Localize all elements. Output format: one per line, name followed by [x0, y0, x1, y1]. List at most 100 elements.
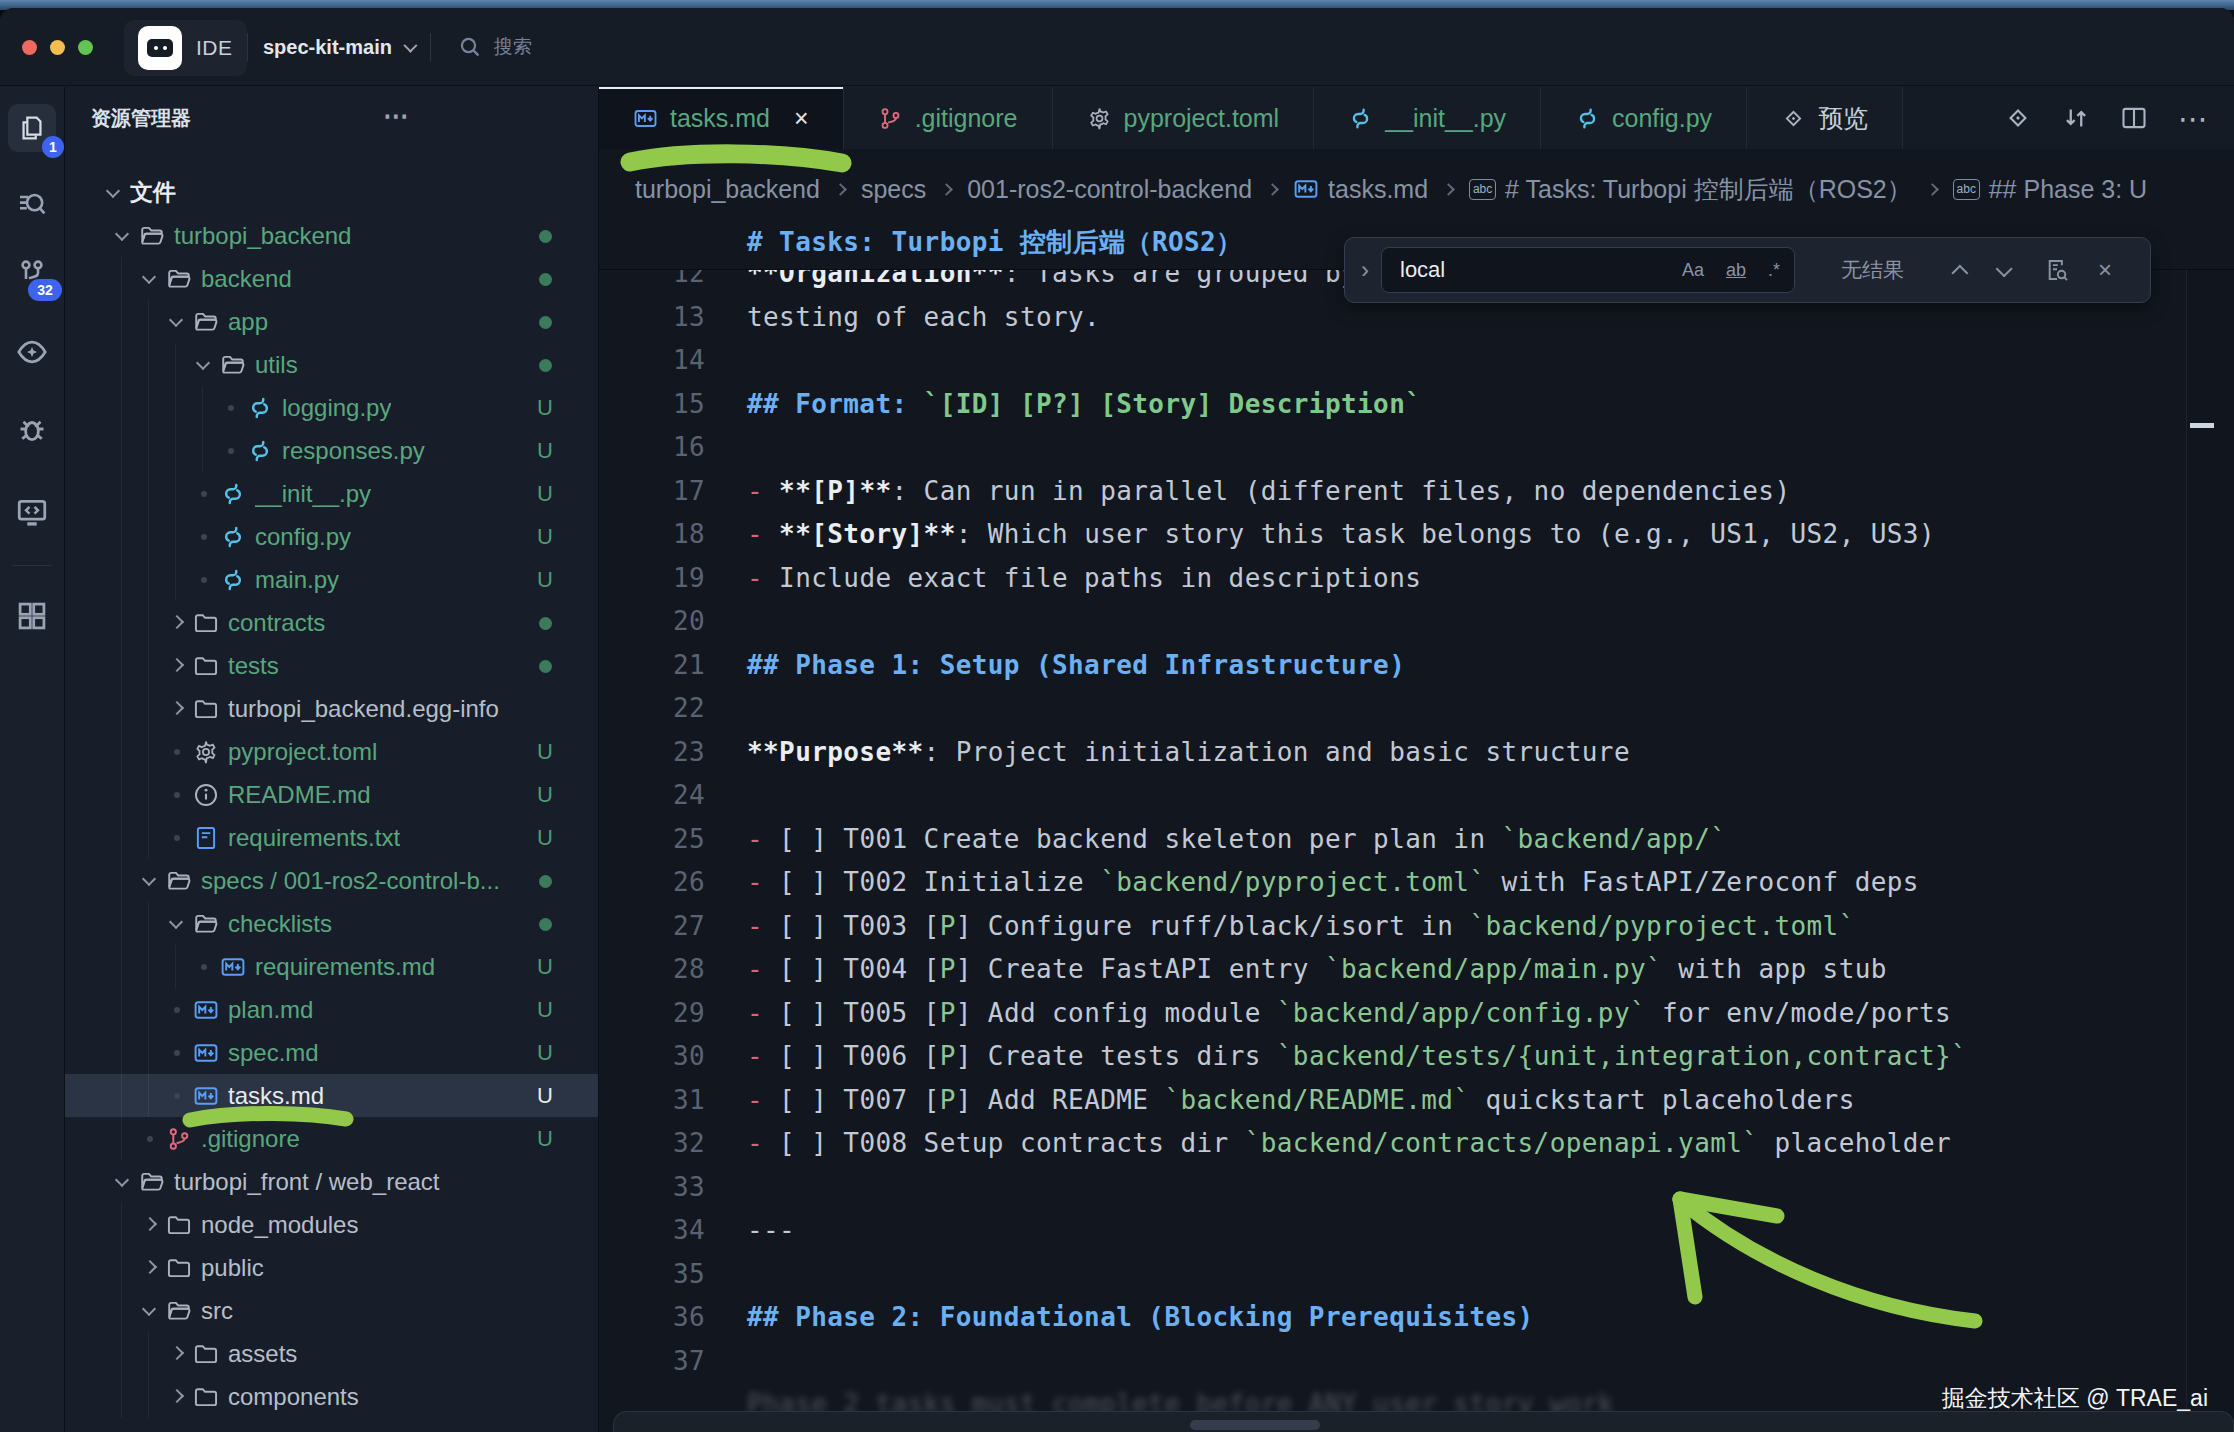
chevron-right-icon — [166, 612, 188, 634]
info-icon — [193, 782, 219, 808]
zoom-window-button[interactable] — [78, 40, 93, 55]
compare-icon[interactable] — [2062, 104, 2090, 132]
sidebar-item-remote[interactable] — [15, 495, 49, 529]
find-prev-button[interactable] — [1956, 259, 1968, 282]
code-line-24: 24 — [599, 773, 2186, 817]
file-dot — [193, 577, 215, 583]
tree-item-turbopi-backend.egg-info[interactable]: turbopi_backend.egg-info — [65, 687, 598, 730]
close-tab-icon[interactable]: × — [794, 104, 809, 133]
tree-item-app[interactable]: app — [65, 300, 598, 343]
more-actions-icon[interactable]: ⋯ — [2178, 101, 2210, 136]
overview-ruler[interactable] — [2186, 215, 2234, 1432]
tree-item-spec.md[interactable]: spec.mdU — [65, 1031, 598, 1074]
breadcrumb-item[interactable]: abc# Tasks: Turbopi 控制后端（ROS2） — [1469, 173, 1912, 206]
regex-icon[interactable]: .* — [1768, 260, 1780, 281]
git-status-dot — [532, 309, 558, 335]
breadcrumb-item[interactable]: tasks.md — [1293, 175, 1428, 204]
minimize-window-button[interactable] — [50, 40, 65, 55]
whole-word-icon[interactable]: ab — [1726, 260, 1746, 281]
sidebar-more-button[interactable]: ⋯ — [383, 101, 411, 132]
tree-item-backend[interactable]: backend — [65, 257, 598, 300]
git-status-untracked: U — [532, 739, 558, 765]
git-status-dot — [532, 868, 558, 894]
file-dot — [166, 1050, 188, 1056]
code-line-36: 36## Phase 2: Foundational (Blocking Pre… — [599, 1295, 2186, 1339]
traffic-lights[interactable] — [22, 40, 93, 55]
tree-item-config.py[interactable]: config.pyU — [65, 515, 598, 558]
code-line-26: 26- [ ] T002 Initialize `backend/pyproje… — [599, 860, 2186, 904]
search-icon — [458, 35, 482, 59]
tree-item--init-.py[interactable]: __init__.pyU — [65, 472, 598, 515]
tree-item-logging.py[interactable]: logging.pyU — [65, 386, 598, 429]
match-case-icon[interactable]: Aa — [1682, 260, 1704, 281]
tab-config.py[interactable]: config.py — [1541, 87, 1747, 149]
ruler-mark — [2190, 423, 2214, 428]
find-next-button[interactable] — [1996, 259, 2008, 282]
tab-.gitignore[interactable]: .gitignore — [844, 87, 1053, 149]
tree-item-utils[interactable]: utils — [65, 343, 598, 386]
tree-item-turbopi-front-web-react[interactable]: turbopi_front / web_react — [65, 1160, 598, 1203]
titlebar: IDE spec-kit-main 搜索 — [0, 8, 2234, 86]
file-dot — [220, 448, 242, 454]
tree-item-README.md[interactable]: README.mdU — [65, 773, 598, 816]
tree-item-.gitignore[interactable]: .gitignoreU — [65, 1117, 598, 1160]
git-status-untracked: U — [532, 567, 558, 593]
chevron-down-icon — [166, 311, 188, 333]
tree-item-checklists[interactable]: checklists — [65, 902, 598, 945]
bug-icon — [15, 412, 49, 446]
tree-item-src[interactable]: src — [65, 1289, 598, 1332]
split-editor-icon[interactable] — [2120, 104, 2148, 132]
find-input[interactable]: local Aa ab .* — [1381, 247, 1795, 293]
tab--[interactable]: 预览 — [1747, 87, 1903, 149]
tree-section-files[interactable]: 文件 — [65, 171, 598, 214]
project-switcher[interactable]: spec-kit-main — [263, 8, 414, 86]
tree-item-components[interactable]: components — [65, 1375, 598, 1418]
tree-item-pyproject.toml[interactable]: pyproject.tomlU — [65, 730, 598, 773]
find-expand-chevron[interactable]: › — [1361, 256, 1369, 284]
chevron-right-icon — [834, 183, 847, 196]
sidebar-item-ai-preview[interactable] — [15, 335, 49, 369]
tree-item-requirements.md[interactable]: requirements.mdU — [65, 945, 598, 988]
bottom-panel-edge[interactable] — [613, 1411, 2234, 1432]
breadcrumb-item[interactable]: 001-ros2-control-backend — [967, 175, 1252, 204]
close-window-button[interactable] — [22, 40, 37, 55]
tab-tasks.md[interactable]: tasks.md× — [599, 87, 844, 149]
find-in-selection-button[interactable] — [2044, 257, 2070, 283]
tree-item-node-modules[interactable]: node_modules — [65, 1203, 598, 1246]
sidebar-item-explorer[interactable]: 1 — [8, 104, 56, 152]
tree-item-contracts[interactable]: contracts — [65, 601, 598, 644]
editor-actions: ⋯ — [1903, 87, 2234, 149]
git-status-untracked: U — [532, 438, 558, 464]
sidebar-item-source-control[interactable]: 32 — [16, 257, 48, 289]
chevron-right-icon — [166, 655, 188, 677]
folder-icon — [193, 309, 219, 335]
tree-item-public[interactable]: public — [65, 1246, 598, 1289]
find-widget: › local Aa ab .* 无结果 — [1344, 237, 2151, 303]
tree-item-turbopi-backend[interactable]: turbopi_backend — [65, 214, 598, 257]
tab-pyproject.toml[interactable]: pyproject.toml — [1053, 87, 1315, 149]
breadcrumb[interactable]: turbopi_backend specs 001-ros2-control-bac… — [599, 149, 2234, 215]
search-panel-icon — [16, 189, 48, 221]
tree-item-plan.md[interactable]: plan.mdU — [65, 988, 598, 1031]
tree-item-main.py[interactable]: main.pyU — [65, 558, 598, 601]
tree-item-responses.py[interactable]: responses.pyU — [65, 429, 598, 472]
tree-item-assets[interactable]: assets — [65, 1332, 598, 1375]
code-line-22: 22 — [599, 686, 2186, 730]
breadcrumb-item[interactable]: abc## Phase 3: U — [1953, 175, 2147, 204]
editor-content[interactable]: 12**Organization**: Tasks are grouped by… — [599, 215, 2234, 1432]
app-logo-group[interactable]: IDE — [124, 20, 247, 76]
tree-item-specs-001-ros2-control-b...[interactable]: specs / 001-ros2-control-b... — [65, 859, 598, 902]
sidebar-item-search[interactable] — [16, 189, 48, 221]
preview-icon[interactable] — [2004, 104, 2032, 132]
tree-item-tests[interactable]: tests — [65, 644, 598, 687]
global-search[interactable]: 搜索 — [458, 8, 532, 86]
panel-handle[interactable] — [1190, 1420, 1320, 1430]
sidebar-item-debug[interactable] — [15, 412, 49, 446]
tree-item-tasks.md[interactable]: tasks.mdU — [65, 1074, 598, 1117]
tab--init-.py[interactable]: __init__.py — [1314, 87, 1541, 149]
breadcrumb-item[interactable]: specs — [861, 175, 926, 204]
breadcrumb-item[interactable]: turbopi_backend — [635, 175, 820, 204]
tree-item-requirements.txt[interactable]: requirements.txtU — [65, 816, 598, 859]
find-close-button[interactable]: × — [2098, 256, 2112, 284]
sidebar-item-apps[interactable] — [15, 599, 49, 633]
